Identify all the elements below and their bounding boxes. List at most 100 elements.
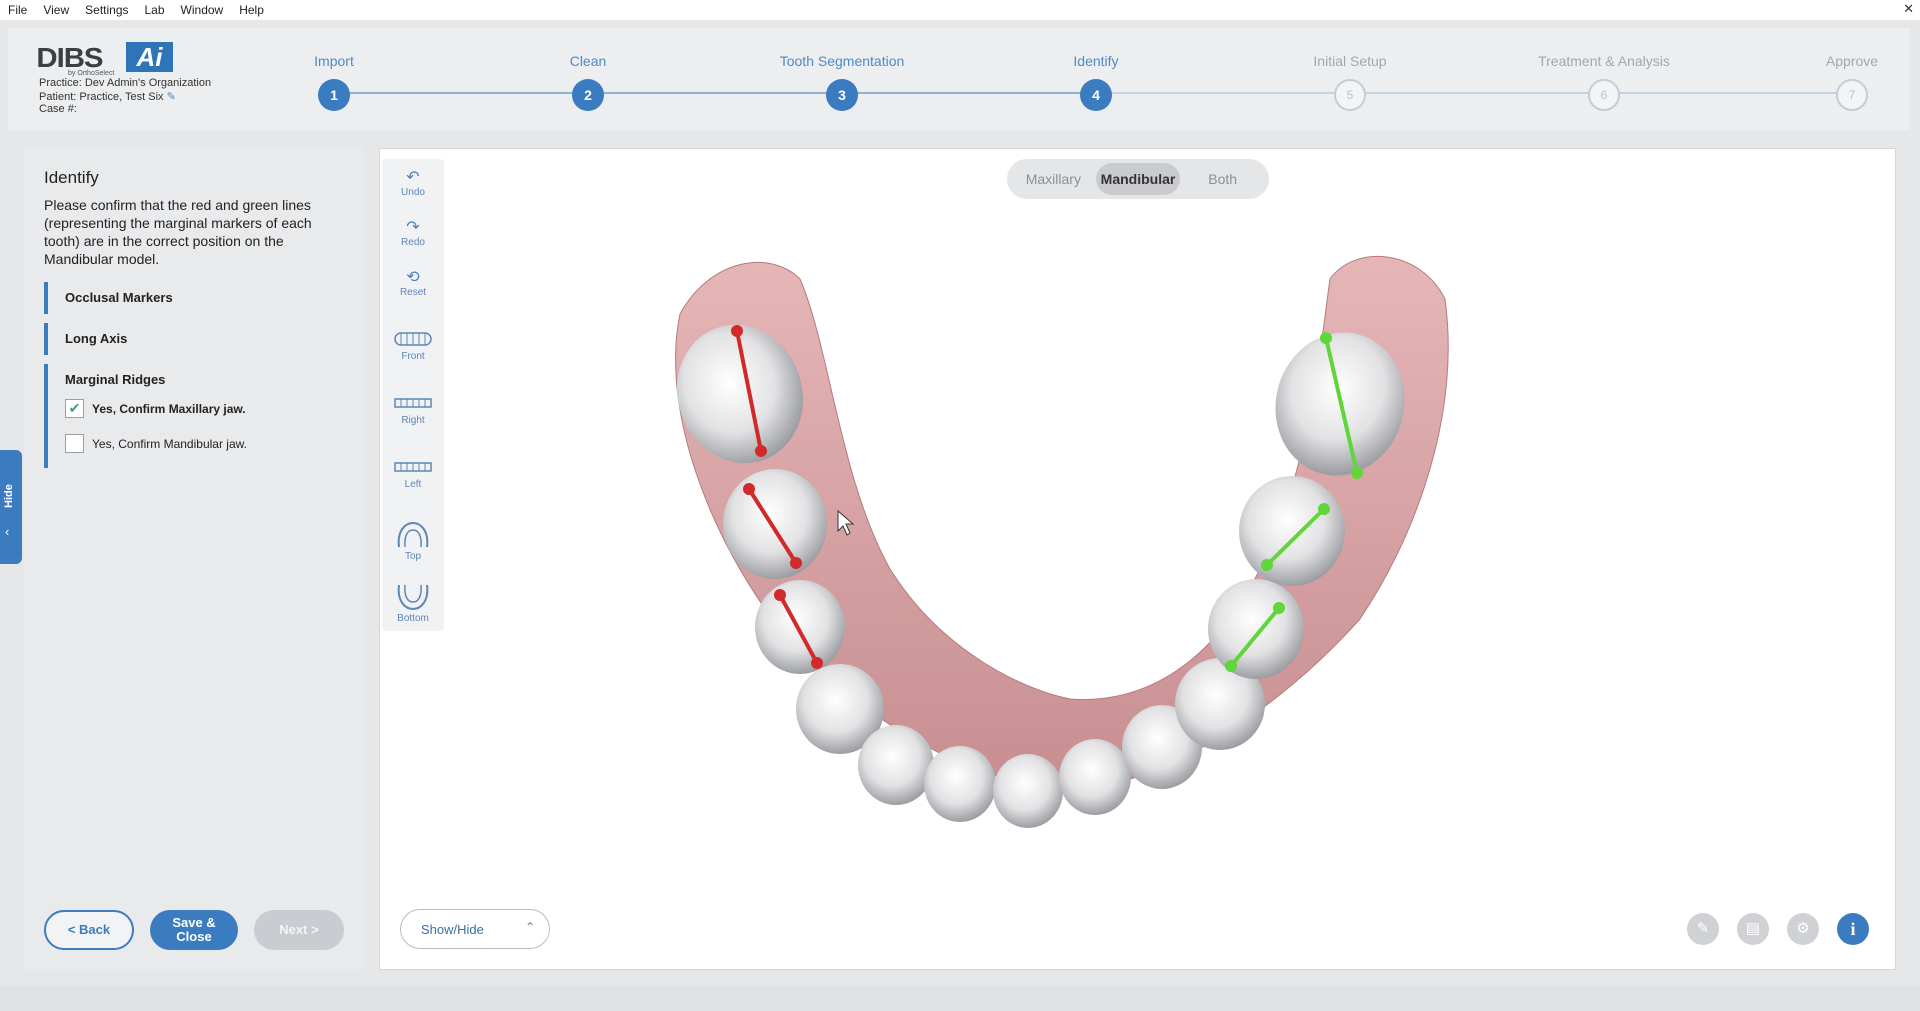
menu-bar: File View Settings Lab Window Help ✕ bbox=[0, 0, 1920, 20]
workflow-stepper: Import 1 Clean 2 Tooth Segmentation 3 Id… bbox=[314, 28, 1878, 130]
3d-viewport[interactable]: ↶ Undo ↷ Redo ⟲ Reset Front Right Left T… bbox=[379, 148, 1896, 970]
left-view-button[interactable]: Left bbox=[382, 457, 444, 490]
info-icon[interactable]: i bbox=[1837, 913, 1869, 945]
logo-ai-badge: Ai bbox=[126, 42, 173, 72]
hide-panel-tab[interactable]: Hide ‹ bbox=[0, 450, 22, 564]
step-clean[interactable]: Clean 2 bbox=[488, 28, 688, 111]
logo-subtitle: by OrthoSelect bbox=[68, 70, 115, 77]
notes-icon[interactable]: ✎ bbox=[1687, 913, 1719, 945]
panel-title: Identify bbox=[44, 168, 99, 187]
undo-button[interactable]: ↶ Undo bbox=[382, 169, 444, 198]
back-button[interactable]: < Back bbox=[44, 910, 134, 950]
show-hide-label: Show/Hide bbox=[421, 921, 484, 937]
tool-label: Redo bbox=[401, 237, 425, 248]
right-view-button[interactable]: Right bbox=[382, 393, 444, 426]
tool-label: Left bbox=[404, 479, 422, 490]
header: DIBS Ai by OrthoSelect Practice: Dev Adm… bbox=[8, 28, 1910, 130]
tool-label: Right bbox=[401, 415, 425, 426]
edit-pencil-icon[interactable]: ✎ bbox=[167, 91, 176, 103]
toggle-mandibular[interactable]: Mandibular bbox=[1095, 163, 1181, 195]
mandibular-model[interactable] bbox=[380, 149, 1896, 970]
step-number: 5 bbox=[1334, 79, 1366, 111]
toggle-both[interactable]: Both bbox=[1180, 163, 1265, 195]
confirm-maxillary-checkbox[interactable]: ✔ bbox=[65, 399, 84, 418]
section-occlusal-markers[interactable]: Occlusal Markers bbox=[44, 282, 344, 314]
patient-label: Patient: Practice, Test Six ✎ bbox=[39, 90, 176, 103]
tool-label: Bottom bbox=[397, 613, 429, 624]
confirm-maxillary-row[interactable]: ✔ Yes, Confirm Maxillary jaw. bbox=[65, 399, 344, 418]
view-toolbar: ↶ Undo ↷ Redo ⟲ Reset Front Right Left T… bbox=[382, 159, 444, 631]
save-close-button[interactable]: Save & Close bbox=[150, 910, 238, 950]
menu-lab[interactable]: Lab bbox=[137, 3, 173, 17]
save-close-label: Save & Close bbox=[172, 915, 216, 944]
bottom-status-bar bbox=[0, 986, 1920, 1011]
toggle-maxillary[interactable]: Maxillary bbox=[1011, 163, 1096, 195]
patient-text: Patient: Practice, Test Six bbox=[39, 91, 164, 103]
top-view-icon bbox=[397, 521, 429, 548]
app-logo: DIBS Ai by OrthoSelect bbox=[36, 42, 178, 77]
tooth bbox=[1059, 739, 1131, 815]
show-hide-button[interactable]: Show/Hide ⌃ bbox=[400, 909, 550, 949]
section-title: Occlusal Markers bbox=[65, 290, 173, 305]
step-number: 7 bbox=[1836, 79, 1868, 111]
menu-view[interactable]: View bbox=[35, 3, 77, 17]
stepper-line-done bbox=[326, 92, 1088, 94]
tool-label: Undo bbox=[401, 187, 425, 198]
front-view-button[interactable]: Front bbox=[382, 329, 444, 362]
confirm-maxillary-label: Yes, Confirm Maxillary jaw. bbox=[92, 401, 246, 416]
step-identify[interactable]: Identify 4 bbox=[996, 28, 1196, 111]
step-number: 2 bbox=[572, 79, 604, 111]
chat-icon[interactable]: ▤ bbox=[1737, 913, 1769, 945]
step-import[interactable]: Import 1 bbox=[234, 28, 434, 111]
tooth bbox=[858, 725, 934, 805]
step-approve[interactable]: Approve 7 bbox=[1752, 28, 1920, 111]
identify-panel: Identify Please confirm that the red and… bbox=[24, 148, 364, 970]
step-number: 6 bbox=[1588, 79, 1620, 111]
confirm-mandibular-label: Yes, Confirm Mandibular jaw. bbox=[92, 436, 247, 451]
confirm-mandibular-checkbox[interactable] bbox=[65, 434, 84, 453]
tooth bbox=[1208, 579, 1304, 679]
chevron-left-icon: ‹ bbox=[5, 524, 10, 539]
right-view-icon bbox=[394, 398, 432, 408]
gear-icon[interactable]: ⚙ bbox=[1787, 913, 1819, 945]
step-number: 1 bbox=[318, 79, 350, 111]
step-label: Treatment & Analysis bbox=[1538, 53, 1670, 69]
bottom-view-button[interactable]: Bottom bbox=[382, 583, 444, 624]
section-marginal-ridges: Marginal Ridges ✔ Yes, Confirm Maxillary… bbox=[44, 364, 344, 468]
jaw-toggle: Maxillary Mandibular Both bbox=[1007, 159, 1269, 199]
step-number: 3 bbox=[826, 79, 858, 111]
chevron-up-icon: ⌃ bbox=[524, 920, 535, 934]
tooth bbox=[755, 580, 845, 674]
step-label: Initial Setup bbox=[1313, 53, 1387, 69]
next-button[interactable]: Next > bbox=[254, 910, 344, 950]
menu-file[interactable]: File bbox=[0, 3, 35, 17]
confirm-mandibular-row[interactable]: Yes, Confirm Mandibular jaw. bbox=[65, 434, 344, 453]
panel-description: Please confirm that the red and green li… bbox=[44, 197, 312, 267]
close-window-icon[interactable]: ✕ bbox=[1903, 1, 1914, 17]
redo-icon: ↷ bbox=[406, 219, 420, 236]
menu-help[interactable]: Help bbox=[231, 3, 272, 17]
step-label: Import bbox=[314, 53, 354, 69]
tool-label: Front bbox=[401, 351, 425, 362]
menu-window[interactable]: Window bbox=[173, 3, 232, 17]
tooth bbox=[924, 746, 996, 822]
redo-button[interactable]: ↷ Redo bbox=[382, 219, 444, 248]
reset-button[interactable]: ⟲ Reset bbox=[382, 269, 444, 298]
step-label: Approve bbox=[1825, 53, 1879, 69]
step-treatment-analysis[interactable]: Treatment & Analysis 6 bbox=[1504, 28, 1704, 111]
step-initial-setup[interactable]: Initial Setup 5 bbox=[1250, 28, 1450, 111]
top-view-button[interactable]: Top bbox=[382, 521, 444, 562]
left-view-icon bbox=[394, 462, 432, 472]
step-tooth-segmentation[interactable]: Tooth Segmentation 3 bbox=[742, 28, 942, 111]
tool-label: Top bbox=[404, 551, 422, 562]
step-label: Clean bbox=[569, 53, 607, 69]
undo-icon: ↶ bbox=[406, 169, 420, 186]
section-title: Marginal Ridges bbox=[65, 372, 166, 387]
stepper-line-pending bbox=[1088, 92, 1850, 94]
step-label: Identify bbox=[1073, 53, 1119, 69]
menu-settings[interactable]: Settings bbox=[77, 3, 136, 17]
hide-label: Hide bbox=[3, 484, 15, 508]
tool-label: Reset bbox=[399, 287, 427, 298]
practice-label: Practice: Dev Admin's Organization bbox=[39, 77, 212, 89]
section-long-axis[interactable]: Long Axis bbox=[44, 323, 344, 355]
